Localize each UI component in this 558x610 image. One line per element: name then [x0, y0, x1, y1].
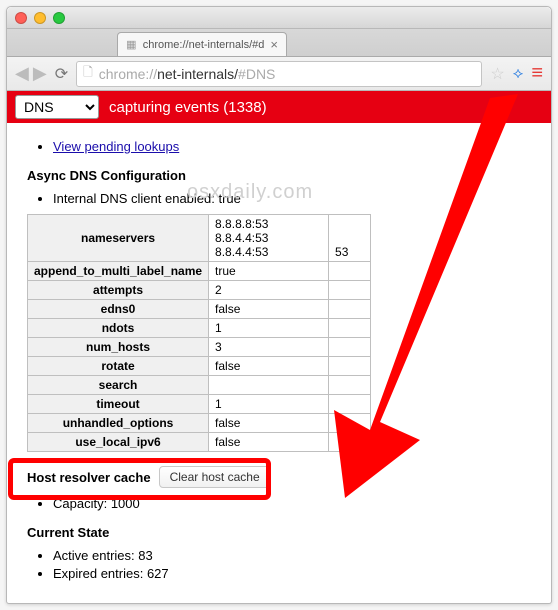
- table-row: search: [28, 376, 371, 395]
- config-table: nameservers 8.8.8.8:53 8.8.4.4:53 8.8.4.…: [27, 214, 371, 452]
- browser-tab[interactable]: ▦ chrome://net-internals/#d ×: [117, 32, 287, 56]
- tab-close-icon[interactable]: ×: [270, 37, 278, 52]
- cfg-val: false: [209, 300, 329, 319]
- forward-icon[interactable]: ▶: [33, 63, 47, 84]
- nameservers-key: nameservers: [28, 215, 209, 262]
- nameservers-extra: 53: [329, 215, 371, 262]
- browser-window: ▦ chrome://net-internals/#d × ◀ ▶ ⟳ 🗋 ch…: [6, 6, 552, 604]
- omnibox[interactable]: 🗋 chrome://net-internals/#DNS: [76, 61, 482, 87]
- state-list: Active entries: 83 Expired entries: 627: [27, 548, 539, 581]
- cfg-key: unhandled_options: [28, 414, 209, 433]
- table-row: append_to_multi_label_nametrue: [28, 262, 371, 281]
- expired-entries: Expired entries: 627: [53, 566, 539, 581]
- cfg-val: true: [209, 262, 329, 281]
- host-resolver-label: Host resolver cache: [27, 470, 151, 485]
- window-minimize-icon[interactable]: [34, 12, 46, 24]
- capacity-item: Capacity: 1000: [53, 496, 539, 511]
- cfg-key: ndots: [28, 319, 209, 338]
- cfg-key: rotate: [28, 357, 209, 376]
- active-entries: Active entries: 83: [53, 548, 539, 563]
- reload-icon[interactable]: ⟳: [55, 64, 68, 84]
- cfg-val2: [329, 300, 371, 319]
- file-icon: 🗋: [83, 63, 93, 84]
- cfg-key: num_hosts: [28, 338, 209, 357]
- cfg-key: timeout: [28, 395, 209, 414]
- client-enabled-item: Internal DNS client enabled: true: [53, 191, 539, 206]
- async-config-heading: Async DNS Configuration: [27, 168, 539, 183]
- menu-icon[interactable]: ≡: [531, 62, 543, 85]
- capture-bar: DNS capturing events (1338): [7, 91, 551, 123]
- table-row: use_local_ipv6false: [28, 433, 371, 452]
- nav-arrows: ◀ ▶: [15, 63, 47, 84]
- cfg-key: edns0: [28, 300, 209, 319]
- back-icon[interactable]: ◀: [15, 63, 29, 84]
- cfg-val2: [329, 376, 371, 395]
- page-icon: ▦: [126, 38, 137, 52]
- table-row: rotatefalse: [28, 357, 371, 376]
- titlebar: [7, 7, 551, 29]
- cfg-key: attempts: [28, 281, 209, 300]
- nameservers-val: 8.8.8.8:53 8.8.4.4:53 8.8.4.4:53: [209, 215, 329, 262]
- cfg-val2: [329, 338, 371, 357]
- host-resolver-row: Host resolver cache Clear host cache: [27, 466, 539, 488]
- cfg-val2: [329, 262, 371, 281]
- view-pending-link[interactable]: View pending lookups: [53, 139, 179, 154]
- cfg-val2: [329, 281, 371, 300]
- cfg-key: append_to_multi_label_name: [28, 262, 209, 281]
- client-enabled-list: Internal DNS client enabled: true: [27, 191, 539, 206]
- cfg-key: search: [28, 376, 209, 395]
- tab-title: chrome://net-internals/#d: [143, 39, 265, 51]
- cfg-key: use_local_ipv6: [28, 433, 209, 452]
- cfg-val: 1: [209, 319, 329, 338]
- table-row: ndots1: [28, 319, 371, 338]
- window-zoom-icon[interactable]: [53, 12, 65, 24]
- bookmark-icon[interactable]: ☆: [490, 64, 504, 84]
- table-row: timeout1: [28, 395, 371, 414]
- cfg-val: false: [209, 357, 329, 376]
- window-close-icon[interactable]: [15, 12, 27, 24]
- capacity-list: Capacity: 1000: [27, 496, 539, 511]
- module-select[interactable]: DNS: [15, 95, 99, 119]
- table-row: num_hosts3: [28, 338, 371, 357]
- capture-status: capturing events (1338): [109, 99, 267, 116]
- cfg-val: 3: [209, 338, 329, 357]
- cfg-val: 1: [209, 395, 329, 414]
- cfg-val: [209, 376, 329, 395]
- current-state-heading: Current State: [27, 525, 539, 540]
- cfg-val: false: [209, 433, 329, 452]
- table-row: nameservers 8.8.8.8:53 8.8.4.4:53 8.8.4.…: [28, 215, 371, 262]
- cfg-val: 2: [209, 281, 329, 300]
- pending-lookups-list: View pending lookups: [27, 139, 539, 154]
- extension-icon[interactable]: ⟡: [513, 65, 524, 83]
- content-area: osxdaily.com View pending lookups Async …: [7, 123, 551, 603]
- table-row: edns0false: [28, 300, 371, 319]
- table-row: unhandled_optionsfalse: [28, 414, 371, 433]
- cfg-val: false: [209, 414, 329, 433]
- clear-host-cache-button[interactable]: Clear host cache: [159, 466, 271, 488]
- omnibox-url: chrome://net-internals/#DNS: [99, 66, 276, 82]
- cfg-val2: [329, 357, 371, 376]
- cfg-val2: [329, 433, 371, 452]
- cfg-val2: [329, 319, 371, 338]
- cfg-val2: [329, 395, 371, 414]
- toolbar: ◀ ▶ ⟳ 🗋 chrome://net-internals/#DNS ☆ ⟡ …: [7, 57, 551, 91]
- table-row: attempts2: [28, 281, 371, 300]
- cfg-val2: [329, 414, 371, 433]
- tab-strip: ▦ chrome://net-internals/#d ×: [7, 29, 551, 57]
